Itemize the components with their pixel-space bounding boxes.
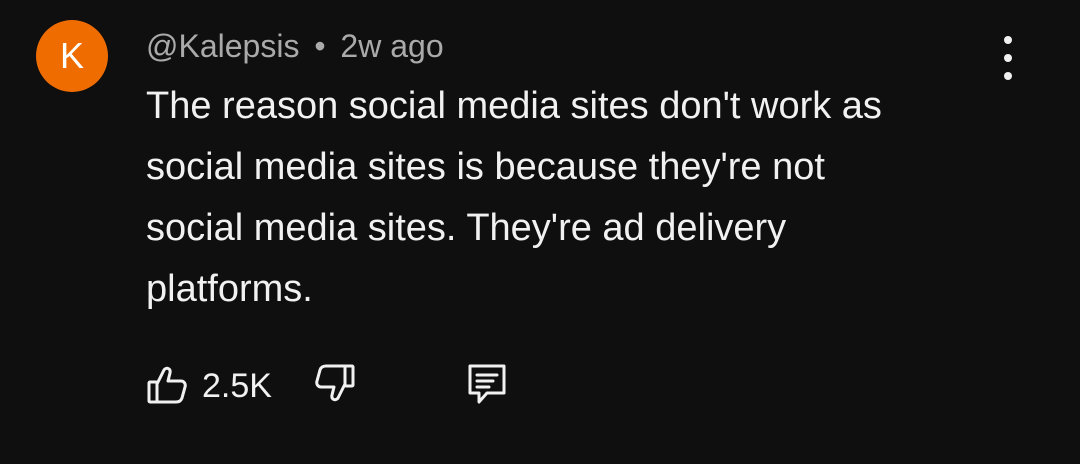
reply-button[interactable]	[466, 362, 508, 406]
comment-text: The reason social media sites don't work…	[146, 76, 1006, 320]
avatar-letter: K	[59, 35, 84, 76]
header-separator: •	[314, 28, 326, 64]
comment-item: K @Kalepsis • 2w ago The reason social m…	[0, 0, 1080, 464]
comment-text-line: The reason social media sites don't work…	[146, 85, 882, 127]
author-avatar[interactable]: K	[36, 20, 108, 92]
comment-header: @Kalepsis • 2w ago	[146, 26, 444, 66]
like-button[interactable]	[146, 364, 188, 406]
comment-text-line: platforms.	[146, 268, 313, 310]
comment-timestamp[interactable]: 2w ago	[340, 28, 443, 64]
comment-text-line: social media sites. They're ad delivery	[146, 207, 787, 249]
menu-dot	[1004, 36, 1012, 44]
comment-actions: 2.5K	[146, 358, 546, 414]
like-count: 2.5K	[202, 367, 272, 405]
thumbs-up-icon	[147, 366, 187, 404]
reply-comment-icon	[468, 364, 506, 404]
dislike-button[interactable]	[314, 362, 356, 404]
menu-dot	[1004, 54, 1012, 62]
comment-text-line: social media sites is because they're no…	[146, 146, 825, 188]
thumbs-down-icon	[315, 364, 355, 402]
more-vert-icon[interactable]	[990, 36, 1026, 80]
author-name[interactable]: @Kalepsis	[146, 28, 299, 64]
